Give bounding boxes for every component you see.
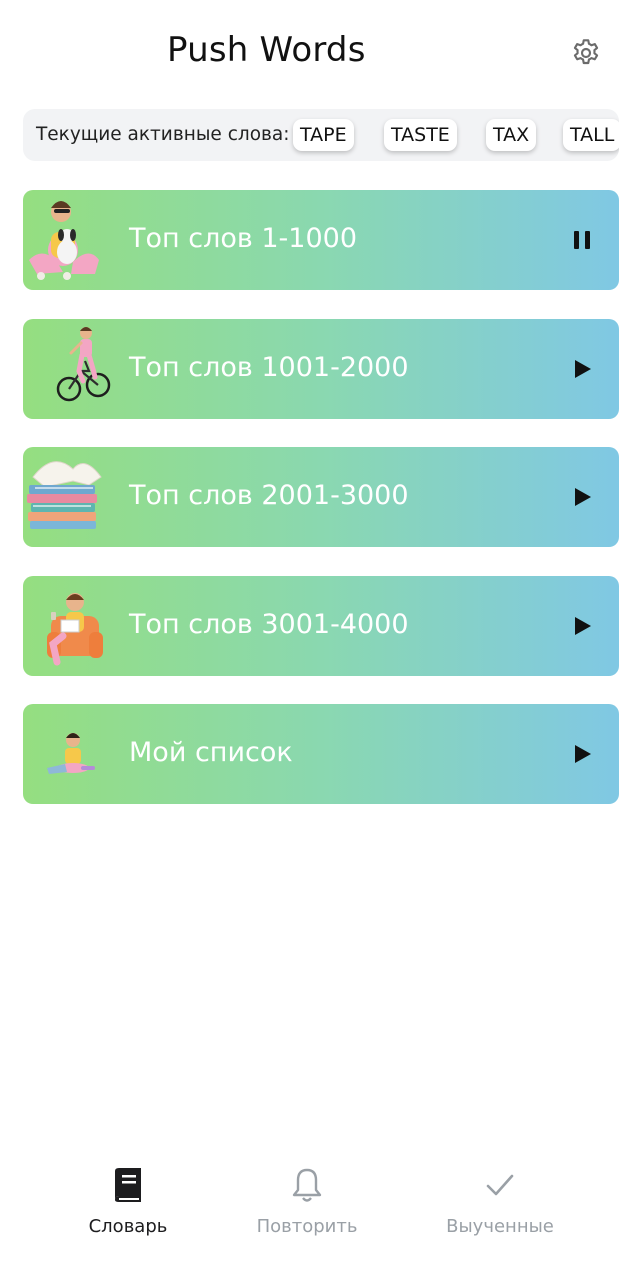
active-words-label: Текущие активные слова: <box>36 124 290 145</box>
nav-item-repeat[interactable]: Повторить <box>207 1164 407 1254</box>
gear-icon <box>573 39 599 65</box>
boy-with-laptop-illustration <box>47 733 95 774</box>
word-list-card-my-list[interactable]: Мой список <box>23 704 619 804</box>
active-words-strip[interactable]: Текущие активные слова: TAPE TASTE TAX T… <box>23 109 619 161</box>
word-list-title: Топ слов 1001-2000 <box>129 352 409 383</box>
play-button[interactable] <box>568 355 596 383</box>
word-list-card-2001-3000[interactable]: Топ слов 2001-3000 <box>23 447 619 547</box>
woman-on-bicycle-illustration <box>56 327 111 402</box>
active-word-chip[interactable]: TALL <box>563 119 619 151</box>
nav-item-learned[interactable]: Выученные <box>400 1164 600 1254</box>
nav-label: Словарь <box>88 1216 168 1237</box>
bell-icon <box>287 1164 327 1206</box>
word-list-title: Топ слов 1-1000 <box>129 223 357 254</box>
word-list-title: Топ слов 2001-3000 <box>129 480 409 511</box>
play-icon <box>575 745 591 763</box>
woman-with-dog-illustration <box>29 201 99 280</box>
word-list-card-1-1000[interactable]: Топ слов 1-1000 <box>23 190 619 290</box>
man-reading-in-armchair-illustration <box>47 593 103 666</box>
active-word-chip[interactable]: TASTE <box>384 119 457 151</box>
word-list-title: Топ слов 3001-4000 <box>129 609 409 640</box>
play-icon <box>575 617 591 635</box>
app-title: Push Words <box>167 30 366 70</box>
play-button[interactable] <box>568 740 596 768</box>
book-stack-illustration <box>27 461 102 529</box>
pause-icon <box>574 231 590 249</box>
play-icon <box>575 488 591 506</box>
active-word-chip[interactable]: TAPE <box>293 119 354 151</box>
play-icon <box>575 360 591 378</box>
active-word-chip[interactable]: TAX <box>486 119 537 151</box>
settings-button[interactable] <box>566 33 606 73</box>
word-list-title: Мой список <box>129 737 293 768</box>
nav-item-dictionary[interactable]: Словарь <box>28 1164 228 1254</box>
play-button[interactable] <box>568 483 596 511</box>
nav-label: Повторить <box>256 1216 358 1237</box>
word-list-card-1001-2000[interactable]: Топ слов 1001-2000 <box>23 319 619 419</box>
word-list-card-3001-4000[interactable]: Топ слов 3001-4000 <box>23 576 619 676</box>
header: Push Words <box>0 0 642 100</box>
check-icon <box>480 1164 520 1206</box>
nav-label: Выученные <box>446 1216 554 1237</box>
play-button[interactable] <box>568 612 596 640</box>
app-screen: Push Words Текущие активные слова: TAPE … <box>0 0 642 1280</box>
book-icon <box>108 1164 148 1206</box>
pause-button[interactable] <box>568 226 596 254</box>
bottom-navigation: Словарь Повторить Выученные <box>0 1150 642 1280</box>
